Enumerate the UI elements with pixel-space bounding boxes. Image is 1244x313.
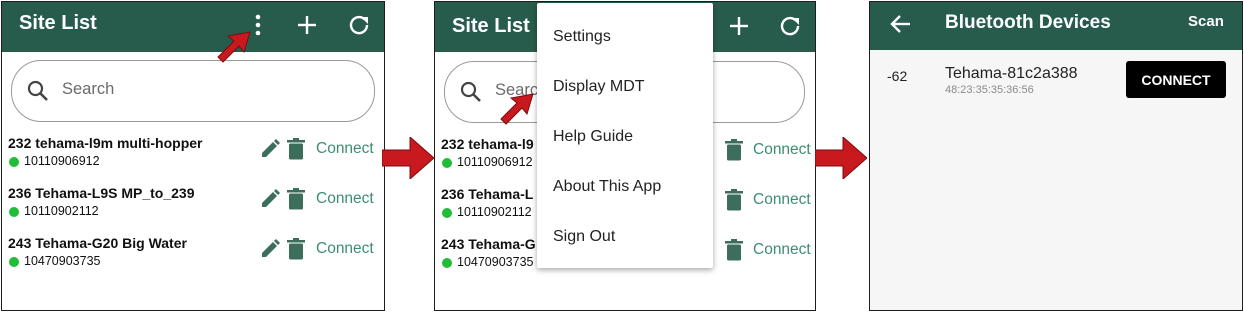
trash-icon[interactable]: [725, 139, 743, 161]
trash-icon[interactable]: [725, 189, 743, 211]
site-name: 243 Tehama-G20 Big Water: [8, 235, 187, 251]
connect-link[interactable]: Connect: [316, 240, 374, 258]
plus-icon[interactable]: [725, 12, 753, 40]
site-name: 243 Tehama-G: [441, 236, 536, 252]
menu-item-sign-out[interactable]: Sign Out: [553, 228, 615, 246]
refresh-icon[interactable]: [345, 11, 373, 39]
menu-item-help-guide[interactable]: Help Guide: [553, 128, 633, 146]
overflow-menu: Settings Display MDT Help Guide About Th…: [537, 3, 713, 268]
connect-button[interactable]: CONNECT: [1126, 61, 1226, 98]
site-name: 236 Tehama-L9S MP_to_239: [8, 185, 195, 201]
app-bar: Bluetooth Devices Scan: [870, 2, 1242, 50]
search-icon: [27, 80, 48, 101]
site-serial: 10110906912: [457, 155, 533, 169]
pointer-arrow-icon: [500, 93, 534, 125]
app-bar: Site List: [2, 2, 384, 52]
page-title: Site List: [19, 12, 97, 34]
connect-link[interactable]: Connect: [316, 140, 374, 158]
connect-link[interactable]: Connect: [316, 190, 374, 208]
search-icon: [460, 81, 481, 102]
pencil-icon[interactable]: [260, 239, 280, 259]
menu-item-about[interactable]: About This App: [553, 178, 661, 196]
status-dot: [442, 258, 452, 268]
scan-button[interactable]: Scan: [1188, 13, 1224, 30]
site-list-screen: Site List Search 232 tehama-l9m multi-ho…: [1, 1, 385, 311]
search-input[interactable]: Search: [11, 60, 375, 122]
page-title: Bluetooth Devices: [945, 12, 1111, 33]
trash-icon[interactable]: [287, 188, 305, 210]
list-item[interactable]: 243 Tehama-G20 Big Water 10470903735 Con…: [8, 235, 376, 279]
page-title: Site List: [452, 15, 530, 37]
pencil-icon[interactable]: [260, 189, 280, 209]
device-mac: 48:23:35:35:36:56: [945, 84, 1034, 96]
pencil-icon[interactable]: [260, 139, 280, 159]
menu-item-display-mdt[interactable]: Display MDT: [553, 78, 645, 96]
status-dot: [442, 208, 452, 218]
pointer-arrow-icon: [217, 31, 251, 63]
connect-link[interactable]: Connect: [753, 241, 811, 259]
status-dot: [9, 207, 19, 217]
trash-icon[interactable]: [287, 238, 305, 260]
trash-icon[interactable]: [287, 138, 305, 160]
menu-item-settings[interactable]: Settings: [553, 28, 611, 46]
bluetooth-devices-screen: Bluetooth Devices Scan -62 Tehama-81c2a3…: [869, 1, 1243, 311]
list-item[interactable]: 236 Tehama-L9S MP_to_239 10110902112 Con…: [8, 185, 376, 229]
site-name: 232 tehama-l9m multi-hopper: [8, 135, 203, 151]
site-serial: 10470903735: [457, 255, 534, 269]
trash-icon[interactable]: [725, 239, 743, 261]
flow-arrow-icon: [382, 137, 434, 179]
status-dot: [442, 158, 452, 168]
site-name: 236 Tehama-L: [441, 186, 534, 202]
plus-icon[interactable]: [293, 11, 321, 39]
connect-link[interactable]: Connect: [753, 141, 811, 159]
list-item[interactable]: 232 tehama-l9m multi-hopper 10110906912 …: [8, 135, 376, 179]
status-dot: [9, 257, 19, 267]
site-name: 232 tehama-l9: [441, 136, 534, 152]
site-serial: 10110902112: [24, 204, 99, 218]
connect-link[interactable]: Connect: [753, 191, 811, 209]
flow-arrow-icon: [815, 137, 867, 179]
search-placeholder: Search: [62, 80, 115, 98]
rssi-value: -62: [887, 68, 908, 84]
site-serial: 10110906912: [24, 154, 100, 168]
refresh-icon[interactable]: [776, 12, 804, 40]
site-serial: 10470903735: [24, 254, 101, 268]
back-arrow-icon[interactable]: [886, 10, 914, 38]
status-dot: [9, 157, 19, 167]
device-name: Tehama-81c2a388: [945, 65, 1078, 82]
site-serial: 10110902112: [457, 205, 532, 219]
